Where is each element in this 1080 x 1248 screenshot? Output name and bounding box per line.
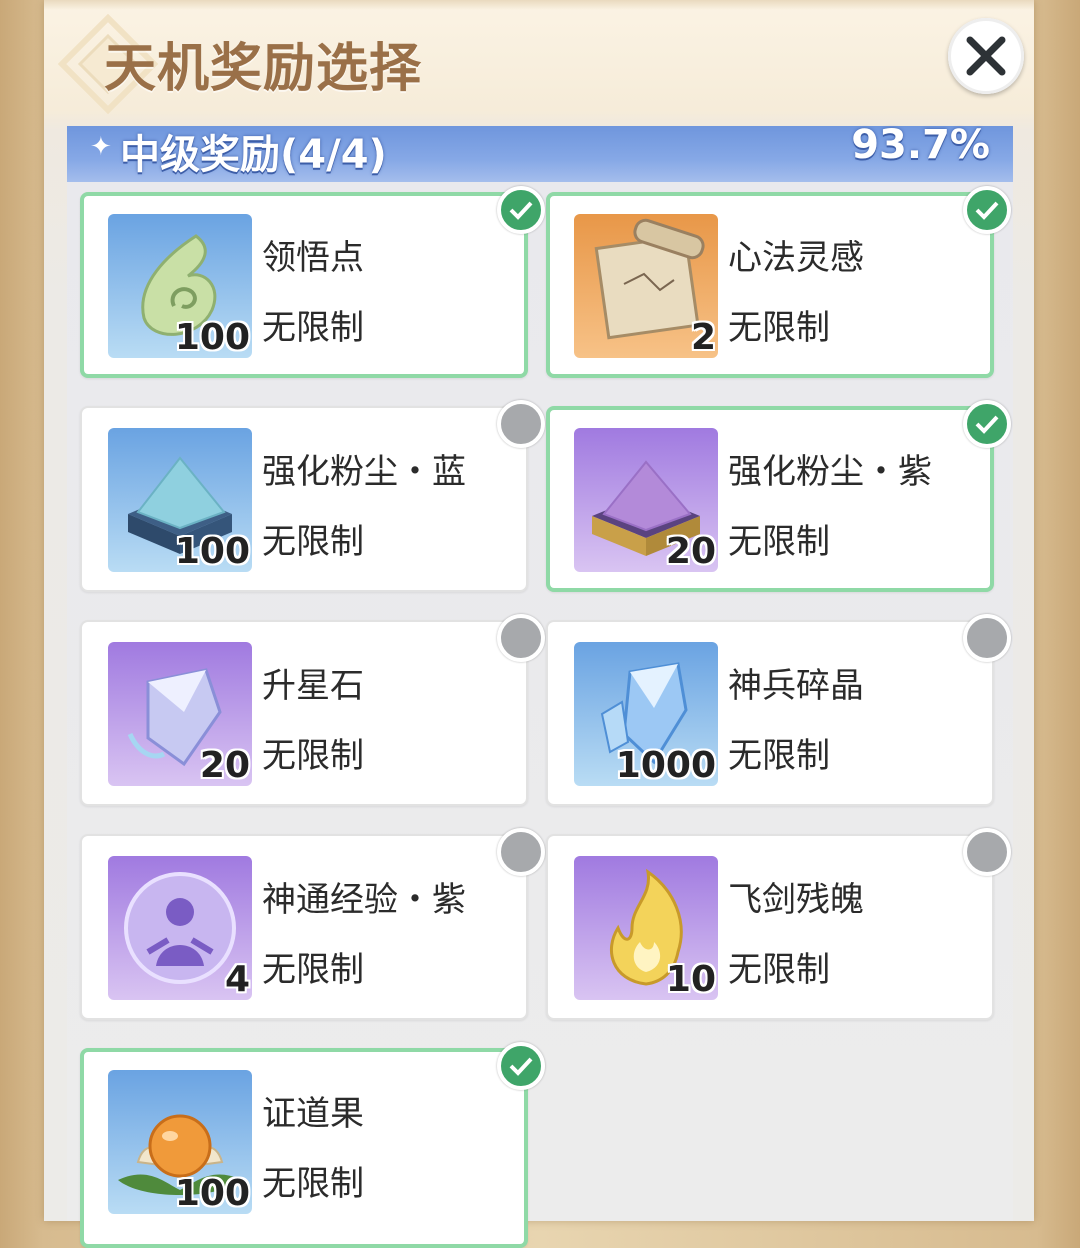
section-title: 中级奖励(4/4) <box>120 132 387 178</box>
blue-dust-box-icon: 100 <box>108 428 252 572</box>
golden-flame-icon: 10 <box>574 856 718 1000</box>
reward-quantity: 20 <box>665 531 716 572</box>
reward-quantity: 10 <box>665 959 716 1000</box>
reward-name: 领悟点 <box>262 238 364 278</box>
select-radio[interactable] <box>497 614 545 662</box>
reward-card[interactable]: 100 证道果 无限制 <box>80 1048 528 1248</box>
sparkle-icon: ✦ <box>90 132 112 162</box>
reward-limit: 无限制 <box>728 308 830 348</box>
reward-name: 神通经验・紫 <box>262 880 466 920</box>
reward-card[interactable]: 100 领悟点 无限制 <box>80 192 528 378</box>
select-radio[interactable] <box>963 828 1011 876</box>
reward-quantity: 100 <box>174 531 250 572</box>
reward-limit: 无限制 <box>262 308 364 348</box>
reward-card[interactable]: 4 神通经验・紫 无限制 <box>80 834 528 1020</box>
purple-dust-box-icon: 20 <box>574 428 718 572</box>
reward-quantity: 100 <box>174 1173 250 1214</box>
spirit-orb-icon: 4 <box>108 856 252 1000</box>
blue-crystal-icon: 1000 <box>574 642 718 786</box>
check-icon[interactable] <box>497 186 545 234</box>
dialog-title: 天机奖励选择 <box>104 39 423 99</box>
reward-name: 证道果 <box>262 1094 364 1134</box>
reward-limit: 无限制 <box>262 736 364 776</box>
reward-card[interactable]: 2 心法灵感 无限制 <box>546 192 994 378</box>
reward-name: 飞剑残魄 <box>728 880 864 920</box>
close-icon <box>966 36 1006 76</box>
reward-name: 神兵碎晶 <box>728 666 864 706</box>
check-icon[interactable] <box>963 400 1011 448</box>
check-icon[interactable] <box>963 186 1011 234</box>
reward-card[interactable]: 1000 神兵碎晶 无限制 <box>546 620 994 806</box>
select-radio[interactable] <box>963 614 1011 662</box>
reward-name: 强化粉尘・蓝 <box>262 452 466 492</box>
scroll-icon: 2 <box>574 214 718 358</box>
reward-name: 心法灵感 <box>728 238 864 278</box>
reward-card[interactable]: 20 强化粉尘・紫 无限制 <box>546 406 994 592</box>
reward-quantity: 2 <box>690 317 716 358</box>
reward-card[interactable]: 100 强化粉尘・蓝 无限制 <box>80 406 528 592</box>
reward-quantity: 1000 <box>615 745 716 786</box>
section-percent: 93.7% <box>851 122 990 168</box>
reward-name: 强化粉尘・紫 <box>728 452 932 492</box>
reward-limit: 无限制 <box>728 736 830 776</box>
reward-card[interactable]: 20 升星石 无限制 <box>80 620 528 806</box>
reward-card[interactable]: 10 飞剑残魄 无限制 <box>546 834 994 1020</box>
lotus-fruit-icon: 100 <box>108 1070 252 1214</box>
purple-crystal-icon: 20 <box>108 642 252 786</box>
reward-quantity: 20 <box>199 745 250 786</box>
reward-limit: 无限制 <box>262 1164 364 1204</box>
reward-quantity: 4 <box>224 959 250 1000</box>
reward-quantity: 100 <box>174 317 250 358</box>
reward-limit: 无限制 <box>262 522 364 562</box>
select-radio[interactable] <box>497 828 545 876</box>
reward-name: 升星石 <box>262 666 364 706</box>
close-button[interactable] <box>948 18 1024 94</box>
reward-limit: 无限制 <box>728 950 830 990</box>
green-jade-drop-icon: 100 <box>108 214 252 358</box>
select-radio[interactable] <box>497 400 545 448</box>
reward-limit: 无限制 <box>728 522 830 562</box>
reward-limit: 无限制 <box>262 950 364 990</box>
check-icon[interactable] <box>497 1042 545 1090</box>
